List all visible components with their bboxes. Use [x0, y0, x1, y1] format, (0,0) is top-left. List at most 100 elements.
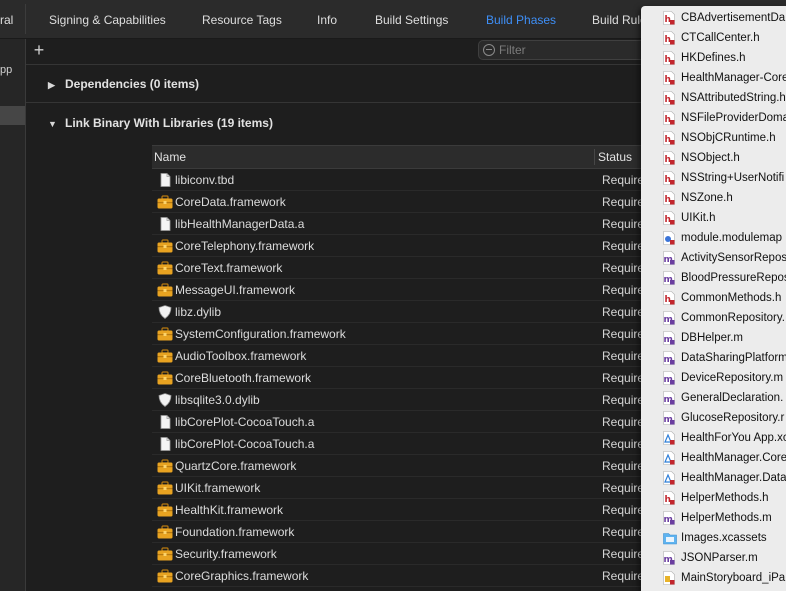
library-status[interactable]: Require: [602, 521, 644, 543]
table-row[interactable]: CoreText.framework Require: [152, 257, 652, 279]
library-status[interactable]: Require: [602, 191, 644, 213]
table-row[interactable]: libCorePlot-CocoaTouch.a Require: [152, 433, 652, 455]
tab-info[interactable]: Info: [317, 0, 337, 38]
table-row[interactable]: CoreGraphics.framework Require: [152, 565, 652, 587]
table-row[interactable]: libCorePlot-CocoaTouch.a Require: [152, 411, 652, 433]
file-list-item[interactable]: m BloodPressureRepos: [641, 268, 786, 288]
library-status[interactable]: Require: [602, 455, 644, 477]
library-status[interactable]: Require: [602, 323, 644, 345]
file-list-item[interactable]: m HelperMethods.m: [641, 508, 786, 528]
file-list-item[interactable]: Images.xcassets: [641, 528, 786, 548]
file-list-item[interactable]: MainStoryboard_iPa: [641, 568, 786, 588]
table-row[interactable]: Foundation.framework Require: [152, 521, 652, 543]
objc-file-icon: m: [663, 351, 675, 365]
file-name: DBHelper.m: [681, 332, 743, 344]
library-status[interactable]: Require: [602, 235, 644, 257]
table-row[interactable]: CoreTelephony.framework Require: [152, 235, 652, 257]
library-status[interactable]: Require: [602, 213, 644, 235]
filter-input[interactable]: [499, 42, 619, 58]
table-row[interactable]: SystemConfiguration.framework Require: [152, 323, 652, 345]
file-list-item[interactable]: h UIKit.h: [641, 208, 786, 228]
file-list-item[interactable]: h NSFileProviderDoma: [641, 108, 786, 128]
library-status[interactable]: Require: [602, 543, 644, 565]
table-row[interactable]: HealthKit.framework Require: [152, 499, 652, 521]
file-list-item[interactable]: HealthManager.Core: [641, 448, 786, 468]
table-body: libiconv.tbd Require CoreData.framework Req…: [152, 169, 652, 587]
file-name: DeviceRepository.m: [681, 372, 784, 384]
file-list-item[interactable]: HealthManager.Data: [641, 468, 786, 488]
table-row[interactable]: MessageUI.framework Require: [152, 279, 652, 301]
sidebar-item-label[interactable]: pp: [0, 64, 12, 76]
file-list-item[interactable]: h NSZone.h: [641, 188, 786, 208]
file-list-item[interactable]: m DBHelper.m: [641, 328, 786, 348]
table-row[interactable]: UIKit.framework Require: [152, 477, 652, 499]
toolbox-icon: [157, 261, 173, 275]
column-header-status[interactable]: Status: [598, 146, 632, 168]
library-status[interactable]: Require: [602, 301, 644, 323]
file-list-item[interactable]: h NSAttributedString.h: [641, 88, 786, 108]
file-list-item[interactable]: h CBAdvertisementDa: [641, 8, 786, 28]
file-list-item[interactable]: m DataSharingPlatform: [641, 348, 786, 368]
file-name: HelperMethods.h: [681, 492, 769, 504]
library-name: SystemConfiguration.framework: [175, 327, 346, 341]
file-list-item[interactable]: h HKDefines.h: [641, 48, 786, 68]
filter-field[interactable]: [478, 40, 648, 60]
header-file-icon: h: [663, 171, 675, 185]
library-status[interactable]: Require: [602, 499, 644, 521]
add-phase-button[interactable]: +: [30, 40, 48, 60]
table-row[interactable]: libHealthManagerData.a Require: [152, 213, 652, 235]
tab-build-phases[interactable]: Build Phases: [486, 0, 556, 38]
table-row[interactable]: Security.framework Require: [152, 543, 652, 565]
file-list-item[interactable]: m CommonRepository.: [641, 308, 786, 328]
library-status[interactable]: Require: [602, 345, 644, 367]
library-status[interactable]: Require: [602, 433, 644, 455]
table-row[interactable]: libz.dylib Require: [152, 301, 652, 323]
file-name: CTCallCenter.h: [681, 32, 760, 44]
divider: [26, 64, 641, 65]
column-header-name[interactable]: Name: [154, 146, 186, 168]
file-list-item[interactable]: h CTCallCenter.h: [641, 28, 786, 48]
file-list-item[interactable]: m GlucoseRepository.r: [641, 408, 786, 428]
file-list-item[interactable]: m JSONParser.m: [641, 548, 786, 568]
table-row[interactable]: CoreBluetooth.framework Require: [152, 367, 652, 389]
file-list-item[interactable]: h NSObject.h: [641, 148, 786, 168]
file-list-item[interactable]: h HelperMethods.h: [641, 488, 786, 508]
dependencies-section-header[interactable]: ▶ Dependencies (0 items): [48, 75, 199, 93]
library-name: CoreData.framework: [175, 195, 286, 209]
file-list-item[interactable]: HealthForYou App.xc: [641, 428, 786, 448]
table-row[interactable]: QuartzCore.framework Require: [152, 455, 652, 477]
library-status[interactable]: Require: [602, 565, 644, 587]
library-status[interactable]: Require: [602, 389, 644, 411]
file-name: Images.xcassets: [681, 532, 767, 544]
library-status[interactable]: Require: [602, 477, 644, 499]
tab-resource-tags[interactable]: Resource Tags: [202, 0, 282, 38]
table-row[interactable]: CoreData.framework Require: [152, 191, 652, 213]
library-name: libHealthManagerData.a: [175, 217, 305, 231]
file-list-item[interactable]: h CommonMethods.h: [641, 288, 786, 308]
table-row[interactable]: libsqlite3.0.dylib Require: [152, 389, 652, 411]
tab-general[interactable]: ral: [0, 0, 13, 38]
tab-build-rules[interactable]: Build Rule: [592, 0, 647, 38]
tab-signing-capabilities[interactable]: Signing & Capabilities: [49, 0, 166, 38]
file-list-item[interactable]: h NSString+UserNotifi: [641, 168, 786, 188]
file-chooser-popup: h CBAdvertisementDa h CTCallCenter.h h HKDefi…: [641, 6, 786, 591]
library-status[interactable]: Require: [602, 169, 644, 191]
table-row[interactable]: AudioToolbox.framework Require: [152, 345, 652, 367]
objc-file-icon: m: [663, 511, 675, 525]
header-file-icon: h: [663, 131, 675, 145]
library-status[interactable]: Require: [602, 279, 644, 301]
header-file-icon: h: [663, 91, 675, 105]
library-status[interactable]: Require: [602, 367, 644, 389]
tab-build-settings[interactable]: Build Settings: [375, 0, 448, 38]
sidebar-selected-item[interactable]: [0, 106, 25, 125]
library-status[interactable]: Require: [602, 411, 644, 433]
table-row[interactable]: libiconv.tbd Require: [152, 169, 652, 191]
file-list-item[interactable]: h HealthManager-Core: [641, 68, 786, 88]
library-status[interactable]: Require: [602, 257, 644, 279]
link-binary-section-header[interactable]: ▼ Link Binary With Libraries (19 items): [48, 114, 273, 132]
file-list-item[interactable]: m GeneralDeclaration.: [641, 388, 786, 408]
file-list-item[interactable]: h NSObjCRuntime.h: [641, 128, 786, 148]
file-list-item[interactable]: m ActivitySensorRepos: [641, 248, 786, 268]
file-list-item[interactable]: module.modulemap: [641, 228, 786, 248]
file-list-item[interactable]: m DeviceRepository.m: [641, 368, 786, 388]
